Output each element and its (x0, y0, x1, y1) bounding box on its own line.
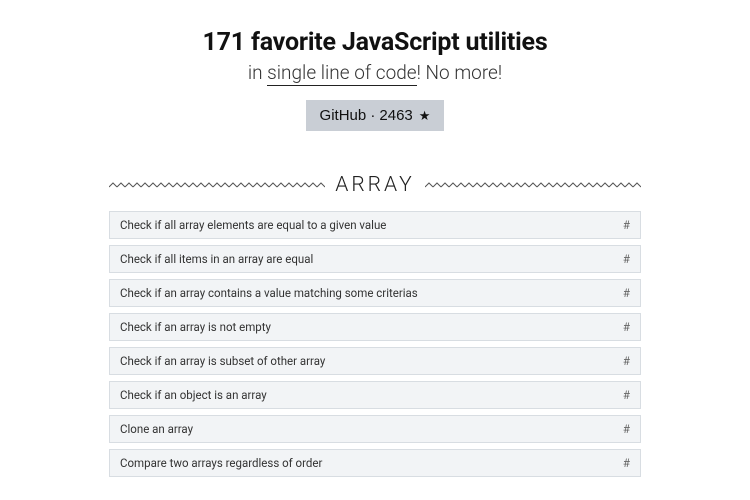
list-item[interactable]: Check if an array contains a value match… (109, 279, 641, 307)
list-item[interactable]: Check if an array is subset of other arr… (109, 347, 641, 375)
divider-zigzag-right (425, 182, 641, 188)
anchor-link[interactable]: # (623, 320, 630, 334)
section-array: ARRAY Check if all array elements are eq… (109, 173, 641, 477)
list-item-label: Check if an array is subset of other arr… (120, 354, 325, 368)
list-item-label: Check if all array elements are equal to… (120, 218, 386, 232)
anchor-link[interactable]: # (623, 354, 630, 368)
list-item-label: Check if an array is not empty (120, 320, 271, 334)
list-item-label: Check if all items in an array are equal (120, 252, 313, 266)
page-title: 171 favorite JavaScript utilities (0, 28, 750, 57)
page-subtitle: in single line of code! No more! (0, 61, 750, 84)
divider-zigzag-left (109, 182, 325, 188)
list-item[interactable]: Clone an array # (109, 415, 641, 443)
anchor-link[interactable]: # (623, 252, 630, 266)
anchor-link[interactable]: # (623, 422, 630, 436)
list-item[interactable]: Check if an array is not empty # (109, 313, 641, 341)
star-icon: ★ (419, 108, 431, 124)
anchor-link[interactable]: # (623, 218, 630, 232)
list-item-label: Compare two arrays regardless of order (120, 456, 322, 470)
subtitle-suffix: ! No more! (417, 61, 503, 84)
list-item-label: Check if an object is an array (120, 388, 267, 402)
github-stars-button[interactable]: GitHub · 2463 ★ (306, 100, 445, 131)
section-header: ARRAY (109, 173, 641, 197)
github-star-count: 2463 (379, 107, 412, 124)
list-item[interactable]: Compare two arrays regardless of order # (109, 449, 641, 477)
subtitle-underlined: single line of code (267, 61, 416, 86)
anchor-link[interactable]: # (623, 388, 630, 402)
utility-list: Check if all array elements are equal to… (109, 211, 641, 477)
section-title: ARRAY (335, 173, 415, 197)
page-header: 171 favorite JavaScript utilities in sin… (0, 28, 750, 131)
list-item[interactable]: Check if all items in an array are equal… (109, 245, 641, 273)
anchor-link[interactable]: # (623, 456, 630, 470)
list-item[interactable]: Check if all array elements are equal to… (109, 211, 641, 239)
subtitle-prefix: in (248, 61, 267, 84)
anchor-link[interactable]: # (623, 286, 630, 300)
list-item-label: Check if an array contains a value match… (120, 286, 418, 300)
list-item[interactable]: Check if an object is an array # (109, 381, 641, 409)
list-item-label: Clone an array (120, 422, 193, 436)
github-label-prefix: GitHub · (320, 107, 376, 124)
